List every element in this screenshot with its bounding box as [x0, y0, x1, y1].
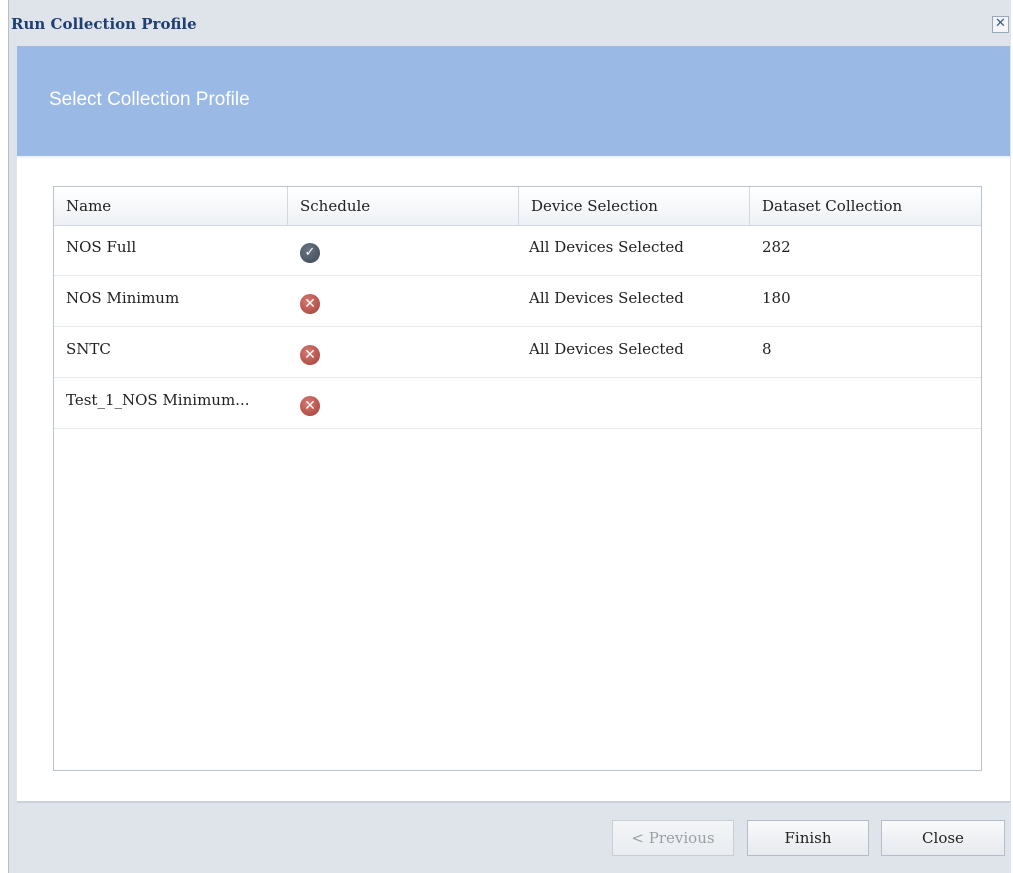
previous-button[interactable]: < Previous: [612, 820, 734, 856]
run-collection-profile-dialog: Run Collection Profile ✕ Select Collecti…: [8, 0, 1011, 873]
table-row[interactable]: NOS Full ✓ All Devices Selected 282: [54, 225, 981, 276]
column-header-name[interactable]: Name: [54, 187, 288, 225]
table-header: Name Schedule Device Selection Dataset C…: [54, 187, 981, 226]
profile-name: NOS Full: [66, 238, 137, 256]
x-icon: ✕: [300, 294, 320, 314]
dialog-titlebar: Run Collection Profile ✕: [9, 0, 1011, 46]
column-header-schedule[interactable]: Schedule: [288, 187, 519, 225]
step-title: Select Collection Profile: [49, 89, 250, 110]
dataset-collection: 282: [762, 238, 791, 256]
column-header-device-selection[interactable]: Device Selection: [519, 187, 750, 225]
table-row[interactable]: SNTC ✕ All Devices Selected 8: [54, 327, 981, 378]
check-icon: ✓: [300, 243, 320, 263]
close-button[interactable]: Close: [881, 820, 1005, 856]
close-icon[interactable]: ✕: [992, 16, 1009, 33]
dataset-collection: 8: [762, 340, 772, 358]
finish-button[interactable]: Finish: [747, 820, 869, 856]
dataset-collection: 180: [762, 289, 791, 307]
column-header-dataset-collection[interactable]: Dataset Collection: [750, 187, 983, 225]
device-selection: All Devices Selected: [529, 340, 684, 358]
dialog-footer: < Previous Finish Close: [17, 803, 1010, 873]
content-area: Name Schedule Device Selection Dataset C…: [17, 158, 1010, 803]
device-selection: All Devices Selected: [529, 238, 684, 256]
profile-name: SNTC: [66, 340, 111, 358]
step-banner: Select Collection Profile: [17, 46, 1010, 158]
table-row[interactable]: Test_1_NOS Minimum... ✕: [54, 378, 981, 429]
device-selection: All Devices Selected: [529, 289, 684, 307]
profile-name: NOS Minimum: [66, 289, 180, 307]
x-icon: ✕: [300, 345, 320, 365]
profile-name: Test_1_NOS Minimum...: [66, 391, 250, 409]
collection-profile-table: Name Schedule Device Selection Dataset C…: [53, 186, 982, 771]
x-icon: ✕: [300, 396, 320, 416]
dialog-title: Run Collection Profile: [11, 15, 197, 33]
table-row[interactable]: NOS Minimum ✕ All Devices Selected 180: [54, 276, 981, 327]
